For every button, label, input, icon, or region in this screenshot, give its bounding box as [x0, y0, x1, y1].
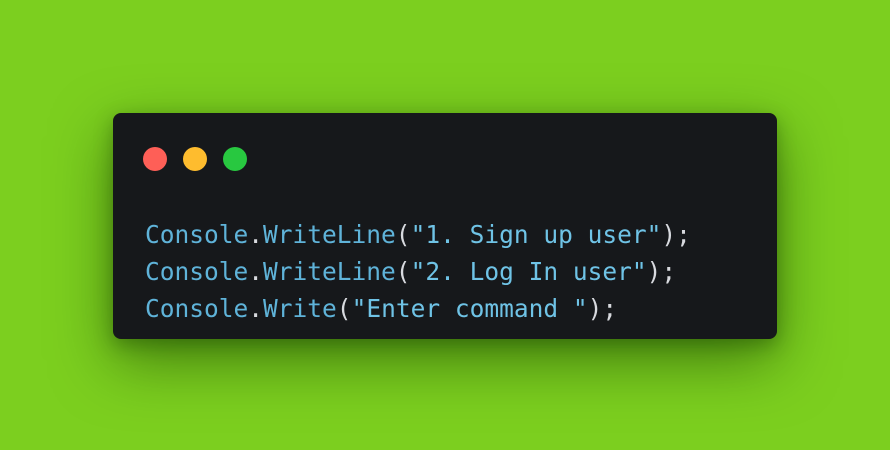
code-object: Console [145, 220, 249, 249]
code-dot: . [248, 257, 264, 286]
code-open-paren: ( [395, 220, 411, 249]
code-window: Console.WriteLine("1. Sign up user"); Con… [113, 113, 777, 339]
code-string: "1. Sign up user" [410, 220, 662, 249]
code-dot: . [248, 294, 264, 323]
code-line-2: Console.WriteLine("2. Log In user"); [145, 253, 691, 290]
code-method: WriteLine [263, 257, 396, 286]
code-close: ); [587, 294, 618, 323]
code-object: Console [145, 257, 249, 286]
code-object: Console [145, 294, 249, 323]
code-dot: . [248, 220, 264, 249]
code-line-1: Console.WriteLine("1. Sign up user"); [145, 216, 691, 253]
close-button[interactable] [143, 147, 167, 171]
minimize-button[interactable] [183, 147, 207, 171]
code-open-paren: ( [336, 294, 352, 323]
code-string: "Enter command " [351, 294, 588, 323]
code-method: Write [263, 294, 337, 323]
code-close: ); [661, 220, 691, 249]
zoom-button[interactable] [223, 147, 247, 171]
code-method: WriteLine [263, 220, 396, 249]
code-close: ); [646, 257, 677, 286]
code-open-paren: ( [395, 257, 411, 286]
code-string: "2. Log In user" [410, 257, 647, 286]
code-line-3: Console.Write("Enter command "); [145, 290, 691, 327]
code-block: Console.WriteLine("1. Sign up user"); Con… [145, 216, 691, 327]
